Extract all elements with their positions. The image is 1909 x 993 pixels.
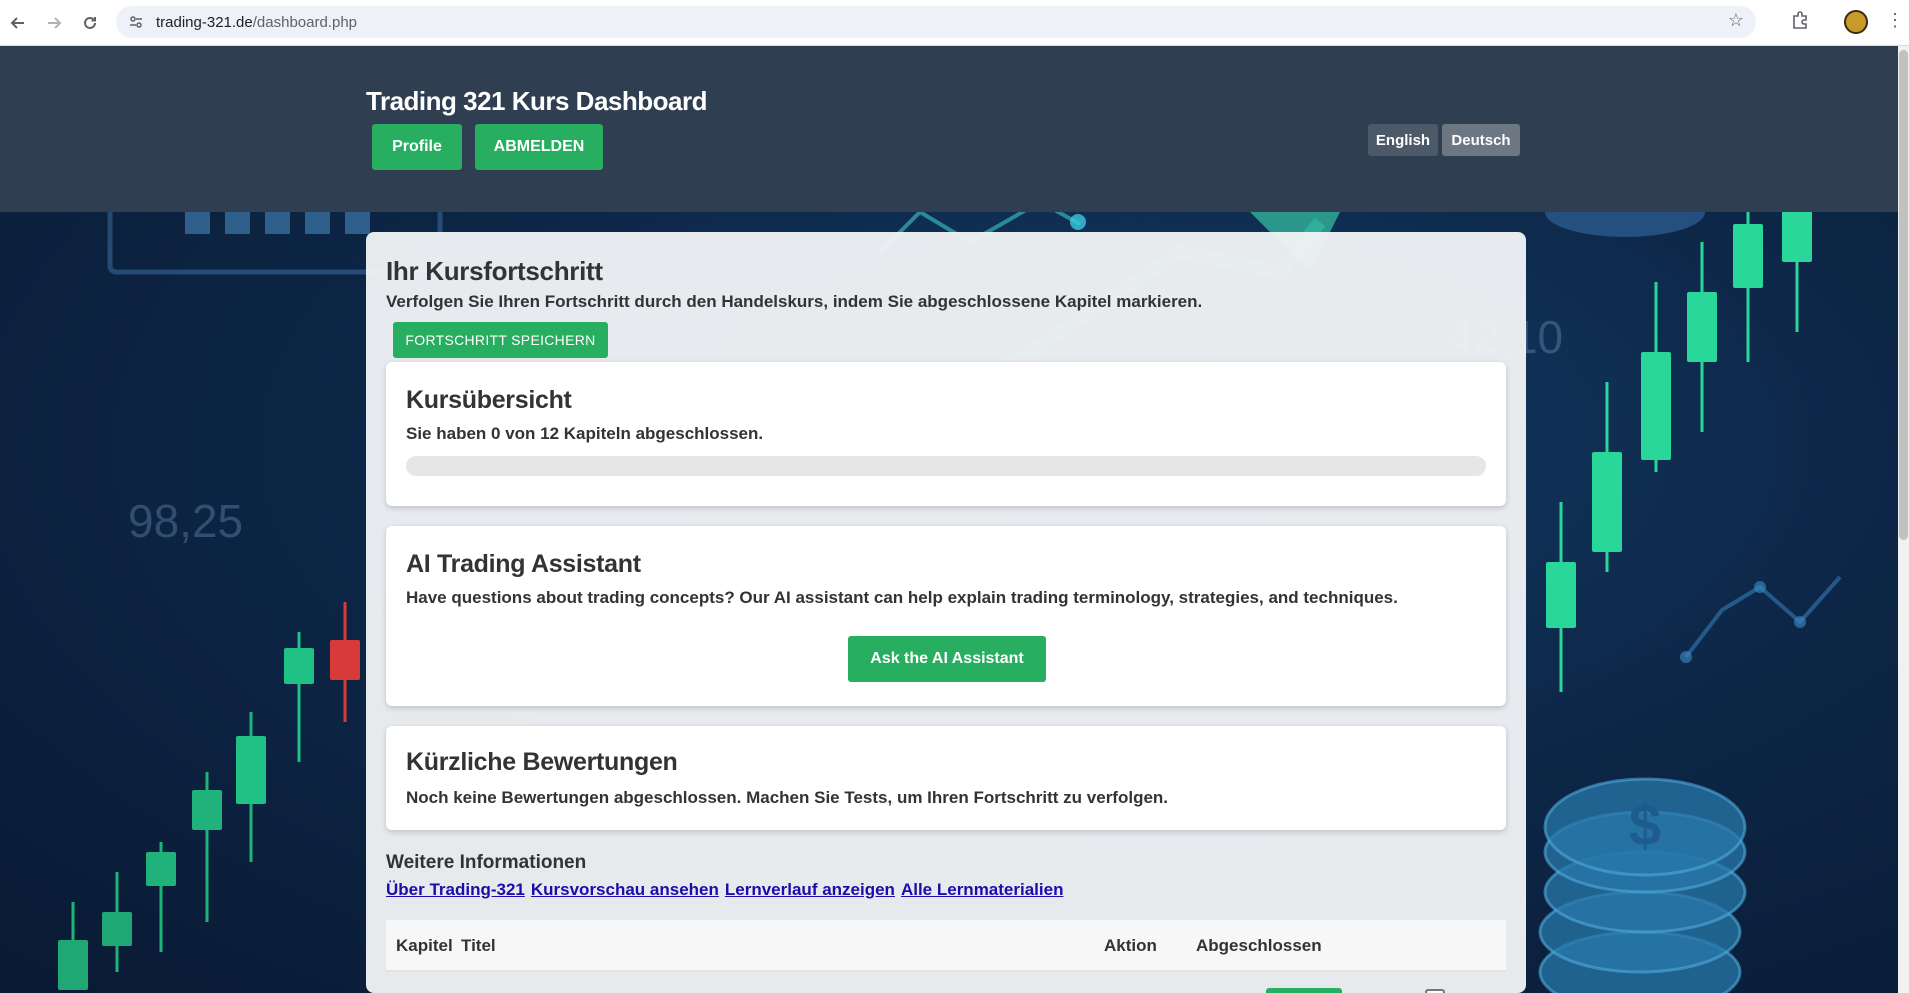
logout-button[interactable]: ABMELDEN xyxy=(475,124,603,170)
column-header-completed: Abgeschlossen xyxy=(1196,936,1322,955)
progress-description: Verfolgen Sie Ihren Fortschritt durch de… xyxy=(386,292,1203,311)
forward-icon[interactable] xyxy=(41,10,67,36)
star-icon[interactable]: ☆ xyxy=(1728,10,1744,31)
candle xyxy=(1733,212,1763,362)
chapter-completed-checkbox[interactable] xyxy=(1425,989,1445,993)
link-about[interactable]: Über Trading-321 xyxy=(386,880,525,899)
candle xyxy=(1592,382,1622,572)
page-scrollbar[interactable] xyxy=(1898,46,1909,993)
course-progress-bar xyxy=(406,456,1486,476)
url-text: trading-321.de/dashboard.php xyxy=(156,14,357,31)
candle xyxy=(146,842,176,952)
assessments-description: Noch keine Bewertungen abgeschlossen. Ma… xyxy=(406,788,1169,807)
site-header: Trading 321 Kurs Dashboard Profile ABMEL… xyxy=(0,46,1898,212)
ai-assistant-card: AI Trading Assistant Have questions abou… xyxy=(386,526,1506,706)
background-number-left: 98,25 xyxy=(128,495,244,547)
chapters-table-header: Kapitel Titel Aktion Abgeschlossen xyxy=(386,920,1506,972)
candle xyxy=(102,872,132,972)
page-title: Trading 321 Kurs Dashboard xyxy=(366,86,707,116)
column-header-title: Titel xyxy=(461,936,496,955)
candle xyxy=(284,632,314,772)
candle xyxy=(330,602,360,762)
candle xyxy=(236,712,266,862)
progress-heading: Ihr Kursfortschritt xyxy=(386,256,603,286)
recent-assessments-card: Kürzliche Bewertungen Noch keine Bewertu… xyxy=(386,726,1506,830)
column-header-chapter: Kapitel xyxy=(396,936,453,955)
url-host: trading-321.de xyxy=(156,13,253,31)
more-info-links: Über Trading-321 Kursvorschau ansehen Lern… xyxy=(386,880,1069,900)
dashboard-panel: Ihr Kursfortschritt Verfolgen Sie Ihren … xyxy=(366,232,1526,993)
candle xyxy=(58,902,88,993)
scrollbar-thumb[interactable] xyxy=(1899,50,1908,540)
link-all-materials[interactable]: Alle Lernmaterialien xyxy=(901,880,1064,899)
language-german-button[interactable]: Deutsch xyxy=(1442,124,1520,156)
candle xyxy=(1687,242,1717,432)
link-learning-history[interactable]: Lernverlauf anzeigen xyxy=(725,880,895,899)
reload-icon[interactable] xyxy=(77,10,103,36)
svg-text:$: $ xyxy=(1629,793,1661,858)
save-progress-button[interactable]: FORTSCHRITT SPEICHERN xyxy=(393,322,608,358)
column-header-action: Aktion xyxy=(1104,936,1157,955)
candle xyxy=(192,772,222,922)
menu-icon[interactable]: ⋮ xyxy=(1886,10,1904,31)
course-overview-card: Kursübersicht Sie haben 0 von 12 Kapitel… xyxy=(386,362,1506,506)
extensions-icon[interactable] xyxy=(1790,10,1814,34)
candle xyxy=(1641,282,1671,472)
avatar[interactable] xyxy=(1844,10,1868,34)
ai-heading: AI Trading Assistant xyxy=(406,550,641,578)
link-course-preview[interactable]: Kursvorschau ansehen xyxy=(531,880,719,899)
more-info-heading: Weitere Informationen xyxy=(386,852,587,873)
url-path: /dashboard.php xyxy=(252,13,358,31)
candle xyxy=(1782,212,1812,332)
browser-toolbar: trading-321.de/dashboard.php ☆ ⋮ xyxy=(0,0,1909,46)
chapter-action-button[interactable] xyxy=(1266,988,1342,993)
overview-summary: Sie haben 0 von 12 Kapiteln abgeschlosse… xyxy=(406,424,764,443)
language-english-button[interactable]: English xyxy=(1368,124,1438,156)
address-bar[interactable]: trading-321.de/dashboard.php ☆ xyxy=(116,6,1756,38)
profile-button[interactable]: Profile xyxy=(372,124,462,170)
overview-heading: Kursübersicht xyxy=(406,386,572,414)
assessments-heading: Kürzliche Bewertungen xyxy=(406,748,678,776)
candle xyxy=(1546,502,1576,692)
ask-ai-assistant-button[interactable]: Ask the AI Assistant xyxy=(848,636,1046,682)
site-info-icon[interactable] xyxy=(126,12,146,32)
ai-description: Have questions about trading concepts? O… xyxy=(406,588,1398,607)
back-icon[interactable] xyxy=(5,10,31,36)
